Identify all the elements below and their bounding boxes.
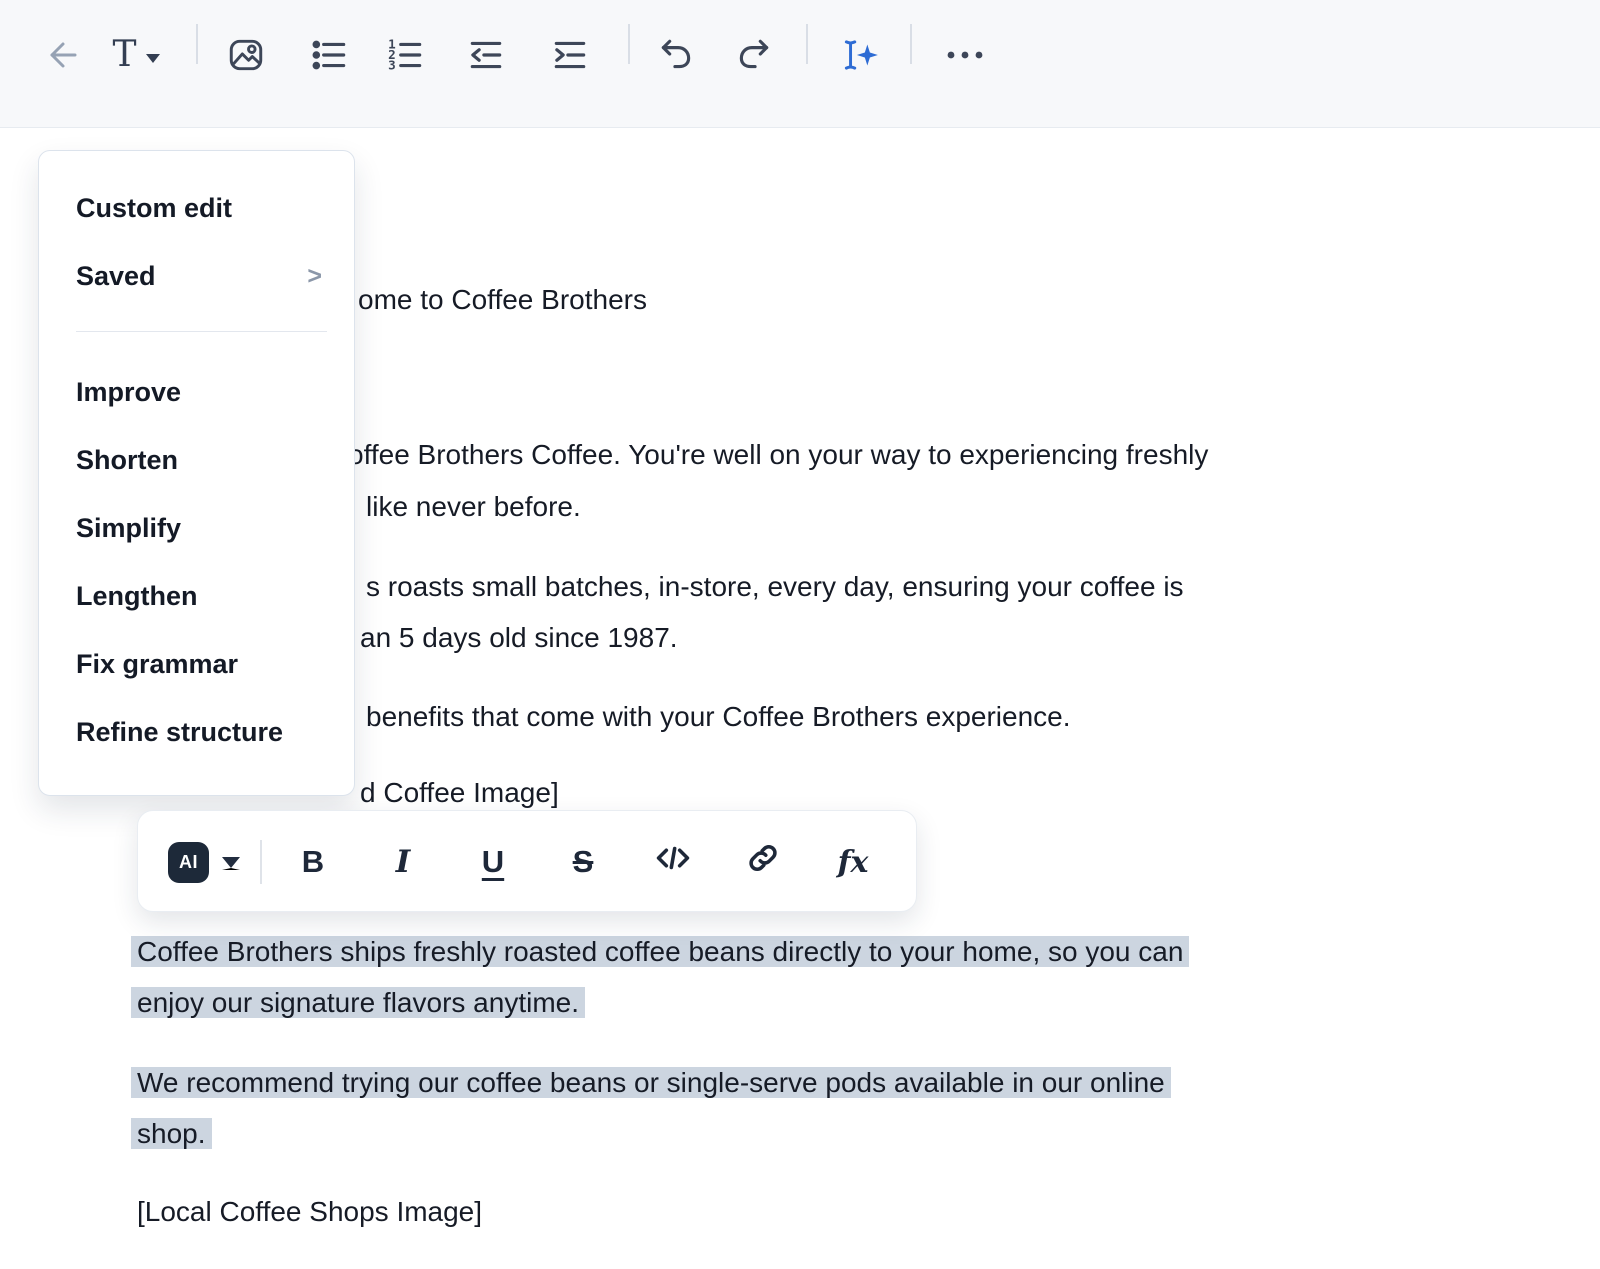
more-options-button[interactable] <box>934 31 1000 79</box>
doc-paragraph-fragment: benefits that come with your Coffee Brot… <box>366 691 1071 743</box>
indent-button[interactable] <box>546 31 594 79</box>
svg-text:3: 3 <box>388 58 396 73</box>
undo-icon <box>656 35 696 75</box>
doc-image-placeholder: [Local Coffee Shops Image] <box>137 1186 482 1238</box>
menu-item-label: Fix grammar <box>76 649 238 680</box>
undo-button[interactable] <box>652 31 700 79</box>
selection-highlight: Coffee Brothers ships freshly roasted co… <box>131 936 1189 967</box>
selection-highlight: shop. <box>131 1118 212 1149</box>
numbered-list-icon: 1 2 3 <box>386 35 426 75</box>
text-style-button[interactable]: T <box>103 31 169 79</box>
menu-item-custom-edit[interactable]: Custom edit <box>39 174 354 242</box>
formula-button[interactable]: fx <box>823 832 883 892</box>
doc-selected-line: shop. <box>131 1108 212 1160</box>
code-button[interactable] <box>643 832 703 892</box>
ai-edit-dropdown-menu: Custom edit Saved > Improve Shorten Simp… <box>38 150 355 796</box>
format-toolbar-divider <box>260 840 262 884</box>
underline-button[interactable]: U <box>463 832 523 892</box>
doc-selected-line: Coffee Brothers ships freshly roasted co… <box>131 926 1189 978</box>
menu-item-label: Custom edit <box>76 193 232 224</box>
insert-image-button[interactable] <box>222 31 270 79</box>
menu-item-fix-grammar[interactable]: Fix grammar <box>39 630 354 698</box>
chevron-down-icon <box>146 54 160 63</box>
editor-toolbar: T 1 2 3 <box>0 0 1600 128</box>
selection-highlight: enjoy our signature flavors anytime. <box>131 987 585 1018</box>
selection-highlight: We recommend trying our coffee beans or … <box>131 1067 1171 1098</box>
arrow-left-icon <box>43 36 81 74</box>
ai-text-edit-button[interactable] <box>836 31 884 79</box>
menu-item-improve[interactable]: Improve <box>39 358 354 426</box>
toolbar-divider <box>806 24 808 64</box>
menu-item-label: Improve <box>76 377 181 408</box>
ellipsis-icon <box>939 36 995 74</box>
redo-button[interactable] <box>730 31 778 79</box>
ai-cursor-sparkle-icon <box>839 34 881 76</box>
bulleted-list-icon <box>310 35 350 75</box>
menu-item-label: Refine structure <box>76 717 283 748</box>
menu-item-lengthen[interactable]: Lengthen <box>39 562 354 630</box>
format-toolbar: AI B I U S fx <box>137 810 917 912</box>
menu-item-shorten[interactable]: Shorten <box>39 426 354 494</box>
menu-item-label: Saved <box>76 261 156 292</box>
redo-icon <box>734 35 774 75</box>
doc-selected-line: enjoy our signature flavors anytime. <box>131 977 585 1029</box>
menu-item-label: Lengthen <box>76 581 198 612</box>
menu-item-label: Shorten <box>76 445 178 476</box>
toolbar-divider <box>196 24 198 64</box>
doc-paragraph-fragment: like never before. <box>366 481 581 533</box>
back-button[interactable] <box>38 31 86 79</box>
link-button[interactable] <box>733 832 793 892</box>
menu-item-simplify[interactable]: Simplify <box>39 494 354 562</box>
doc-heading-fragment: ome to Coffee Brothers <box>358 274 647 326</box>
doc-paragraph-fragment: offee Brothers Coffee. You're well on yo… <box>348 429 1208 481</box>
italic-button[interactable]: I <box>373 832 433 892</box>
text-style-icon: T <box>112 37 136 73</box>
doc-paragraph-fragment: s roasts small batches, in-store, every … <box>366 561 1184 613</box>
doc-paragraph-fragment: an 5 days old since 1987. <box>360 612 678 664</box>
bulleted-list-button[interactable] <box>306 31 354 79</box>
bold-button[interactable]: B <box>283 832 343 892</box>
ai-edit-button[interactable]: AI <box>168 842 209 883</box>
image-icon <box>226 35 266 75</box>
strikethrough-button[interactable]: S <box>553 832 613 892</box>
numbered-list-button[interactable]: 1 2 3 <box>382 31 430 79</box>
menu-divider <box>76 331 327 332</box>
link-icon <box>743 838 783 886</box>
chevron-right-icon: > <box>307 262 322 291</box>
outdent-button[interactable] <box>462 31 510 79</box>
ai-dropdown-caret-icon[interactable] <box>222 857 240 870</box>
indent-icon <box>550 35 590 75</box>
toolbar-divider <box>910 24 912 64</box>
menu-item-saved[interactable]: Saved > <box>39 242 354 310</box>
doc-selected-line: We recommend trying our coffee beans or … <box>131 1057 1171 1109</box>
menu-item-refine-structure[interactable]: Refine structure <box>39 698 354 766</box>
outdent-icon <box>466 35 506 75</box>
code-icon <box>653 838 693 886</box>
toolbar-divider <box>628 24 630 64</box>
menu-item-label: Simplify <box>76 513 181 544</box>
